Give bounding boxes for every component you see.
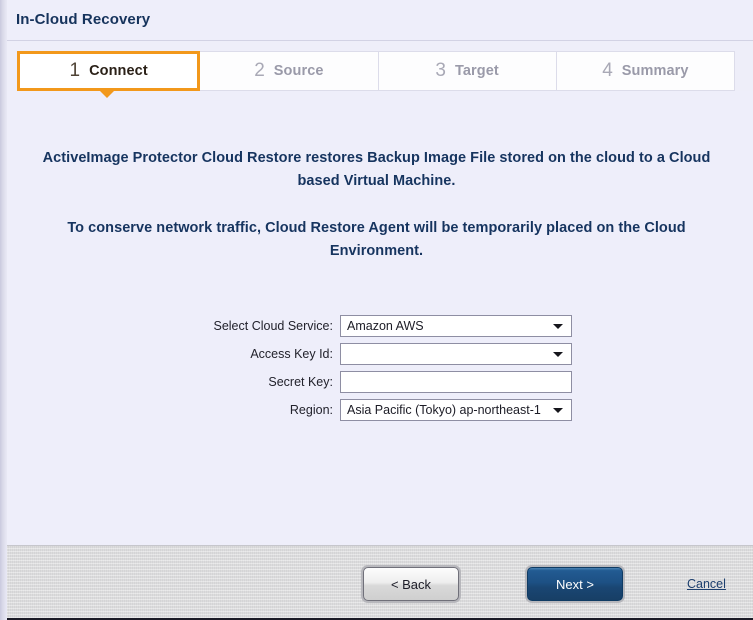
intro-paragraph-1: ActiveImage Protector Cloud Restore rest… — [42, 150, 711, 189]
wizard-body-panel: ActiveImage Protector Cloud Restore rest… — [0, 91, 753, 545]
tab-target-number: 3 — [435, 59, 446, 81]
intro-text-block: ActiveImage Protector Cloud Restore rest… — [32, 91, 722, 263]
tab-target[interactable]: 3 Target — [378, 51, 557, 91]
secret-key-input[interactable] — [341, 373, 571, 391]
in-cloud-recovery-wizard: In-Cloud Recovery 1 Connect 2 Source 3 T… — [0, 0, 753, 620]
page-title: In-Cloud Recovery — [16, 11, 151, 28]
tab-source[interactable]: 2 Source — [200, 51, 379, 91]
window-header: In-Cloud Recovery — [0, 0, 753, 41]
secret-key-field[interactable] — [340, 371, 572, 393]
wizard-step-tabs: 1 Connect 2 Source 3 Target 4 Summary — [17, 51, 735, 91]
intro-paragraph-2: To conserve network traffic, Cloud Resto… — [67, 220, 686, 259]
window-left-edge — [0, 0, 7, 620]
tab-source-label: Source — [273, 63, 324, 79]
chevron-down-icon — [553, 408, 563, 413]
form-row-secret-key: Secret Key: — [0, 371, 753, 393]
tab-source-number: 2 — [254, 59, 265, 81]
access-key-select[interactable] — [340, 343, 572, 365]
chevron-down-icon — [553, 352, 563, 357]
form-row-region: Region: Asia Pacific (Tokyo) ap-northeas… — [0, 399, 753, 421]
connection-form: Select Cloud Service: Amazon AWS Access … — [0, 315, 753, 427]
tab-connect-number: 1 — [69, 59, 81, 81]
region-value: Asia Pacific (Tokyo) ap-northeast-1 — [347, 403, 541, 417]
cloud-service-label: Select Cloud Service: — [213, 319, 333, 333]
region-select[interactable]: Asia Pacific (Tokyo) ap-northeast-1 — [340, 399, 572, 421]
active-tab-pointer-icon — [99, 90, 115, 98]
tab-summary-label: Summary — [621, 63, 689, 79]
region-label: Region: — [289, 403, 333, 417]
access-key-label: Access Key Id: — [250, 347, 333, 361]
tab-connect[interactable]: 1 Connect — [17, 51, 201, 91]
cloud-service-value: Amazon AWS — [347, 319, 424, 333]
cancel-link[interactable]: Cancel — [687, 577, 726, 591]
tab-connect-label: Connect — [89, 63, 148, 79]
tab-summary[interactable]: 4 Summary — [556, 51, 735, 91]
form-row-access-key: Access Key Id: — [0, 343, 753, 365]
secret-key-label: Secret Key: — [268, 375, 333, 389]
next-button[interactable]: Next > — [527, 567, 623, 601]
tab-target-label: Target — [454, 63, 499, 79]
back-button[interactable]: < Back — [363, 567, 459, 601]
cloud-service-select[interactable]: Amazon AWS — [340, 315, 572, 337]
tab-summary-number: 4 — [602, 59, 613, 81]
form-row-cloud-service: Select Cloud Service: Amazon AWS — [0, 315, 753, 337]
chevron-down-icon — [553, 324, 563, 329]
